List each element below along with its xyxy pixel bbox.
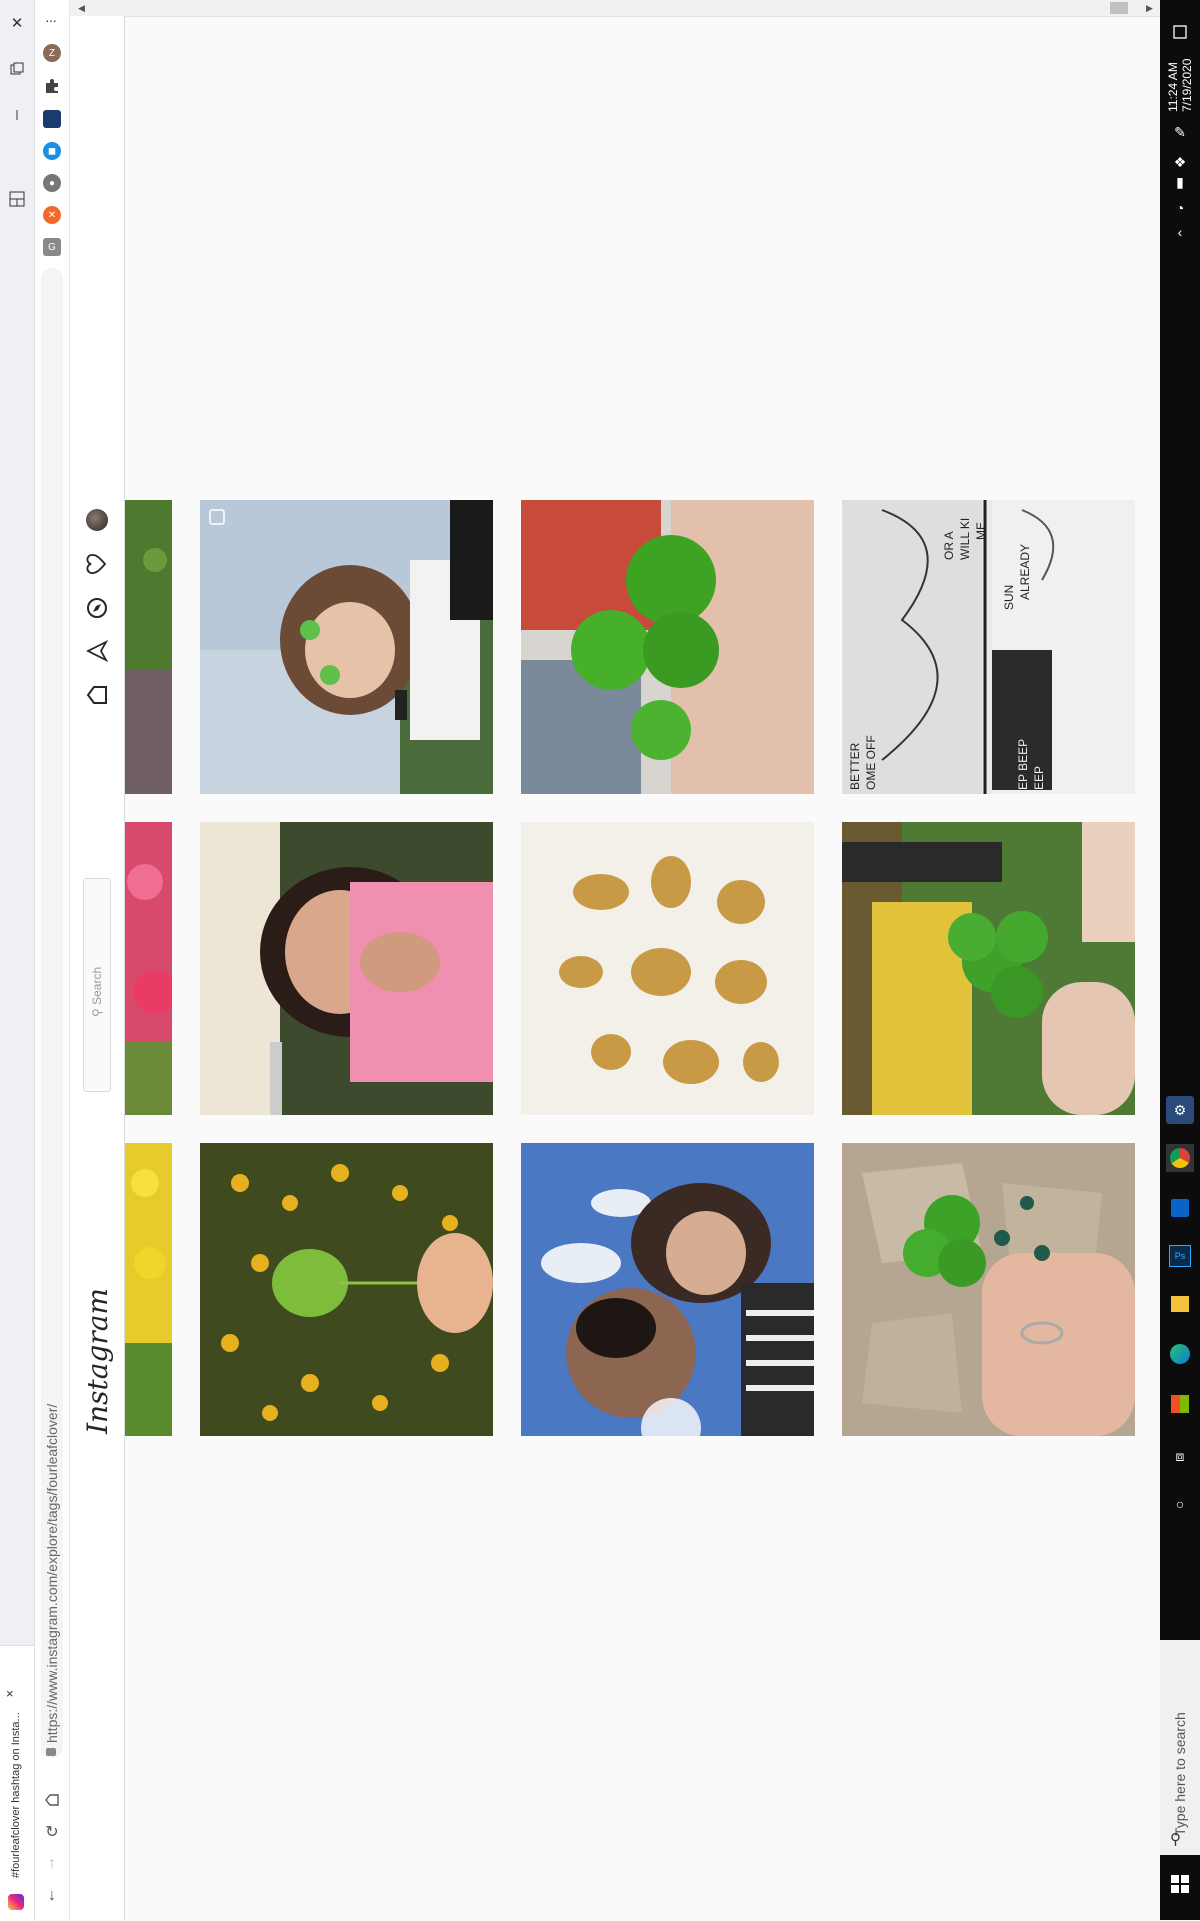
windows-start-icon[interactable] (1166, 1870, 1194, 1898)
tab-actions-icon[interactable] (4, 56, 30, 82)
minimize-icon[interactable] (4, 102, 30, 128)
scroll-left-arrow-icon[interactable]: ◀ (78, 3, 85, 14)
post-tile-fingers-clover[interactable] (842, 822, 1135, 1115)
search-icon: ⚲ (90, 1004, 104, 1017)
comic-text-9: EEP (1032, 765, 1046, 790)
comic-text-1: BETTER (848, 742, 862, 790)
file-explorer-app-icon[interactable] (1166, 1290, 1194, 1318)
home-icon[interactable] (84, 682, 110, 708)
taskbar-search-box[interactable]: Type here to search ⚲ (1160, 1640, 1200, 1855)
browser-toolbar: ··· Z ◼ ● ✕ G https://www.instagram.com/… (35, 0, 70, 1920)
extension-photo-icon[interactable] (43, 110, 61, 128)
post-tile-gold-charms[interactable] (521, 822, 814, 1115)
comic-text-3: OR A (942, 531, 956, 560)
post-tile-girl-pink-dress[interactable] (200, 822, 493, 1115)
explore-icon[interactable] (84, 595, 110, 621)
comic-text-5: ME (974, 522, 988, 540)
tab-close-button[interactable]: × (6, 1686, 14, 1701)
extension-orange-icon[interactable]: ✕ (43, 206, 61, 224)
instagram-nav: Instagram ⚲ Search (70, 16, 125, 1920)
comic-text-4: WILL KI (958, 517, 972, 560)
vertical-tabs-icon[interactable] (4, 186, 30, 212)
post-tile-partial-2[interactable] (125, 822, 172, 1115)
url-text: https://www.instagram.com/explore/tags/f… (44, 1403, 60, 1743)
profile-z-icon[interactable]: Z (43, 44, 61, 62)
task-view-icon[interactable]: ⧈ (1166, 1442, 1194, 1470)
store-app-icon[interactable] (1166, 1390, 1194, 1418)
extension-blue-icon[interactable]: ◼ (43, 142, 61, 160)
more-menu-icon[interactable]: ··· (45, 12, 57, 28)
photoshop-app-icon[interactable]: Ps (1166, 1242, 1194, 1270)
instagram-favicon-icon (8, 1894, 24, 1910)
post-tile-hand-with-clover[interactable] (521, 500, 814, 794)
post-tile-girl-heart-hands[interactable] (200, 500, 493, 794)
extensions-puzzle-icon[interactable] (43, 77, 61, 95)
outlook-app-icon[interactable] (1166, 1194, 1194, 1222)
activity-heart-icon[interactable] (84, 551, 110, 577)
instagram-logo[interactable]: Instagram (81, 1288, 114, 1434)
extension-grey-circle-icon[interactable]: ● (43, 174, 61, 192)
search-input[interactable]: ⚲ Search (83, 878, 111, 1092)
pen-icon[interactable]: ✎ (1166, 118, 1194, 146)
tab-title: #fourleafclover hashtag on Insta... (10, 1712, 22, 1878)
taskbar-search-placeholder: Type here to search (1172, 1712, 1188, 1836)
action-center-icon[interactable] (1166, 18, 1194, 46)
tab-strip: ✕ + × #fourleafclover hashtag on Insta..… (0, 0, 35, 1921)
comic-text-8: EP BEEP (1016, 738, 1030, 790)
clock-date[interactable]: 7/19/2020 (1180, 59, 1194, 112)
post-tile-partial-1[interactable] (125, 500, 172, 794)
battery-icon[interactable]: ▮ (1166, 168, 1194, 196)
comic-text-7: ALREADY (1018, 543, 1032, 600)
post-tile-gravel-clover[interactable] (842, 1143, 1135, 1436)
back-icon[interactable]: ↓ (40, 1884, 64, 1908)
profile-avatar[interactable] (84, 507, 110, 533)
windows-taskbar: 11:24 AM 7/19/2020 ✎ ❖ ▮ ◔ ‹ ⚙ Ps ⧈ ○ Ty… (1160, 0, 1200, 1920)
show-hidden-icons-chevron-icon[interactable]: ‹ (1166, 218, 1194, 246)
post-tile-sunflower-clover[interactable] (200, 1143, 493, 1436)
cortana-icon[interactable]: ○ (1166, 1490, 1194, 1518)
comic-text-6: SUN (1002, 584, 1016, 610)
extension-g-icon[interactable]: G (43, 238, 61, 256)
reload-icon[interactable]: ↻ (40, 1820, 64, 1844)
close-window-icon[interactable]: ✕ (4, 10, 30, 36)
comic-text-2: OME OFF (864, 735, 878, 790)
forward-icon[interactable]: ↑ (40, 1852, 64, 1876)
search-placeholder: Search (90, 966, 104, 1005)
scroll-thumb[interactable] (1110, 2, 1128, 14)
edge-app-icon[interactable] (1166, 1340, 1194, 1368)
post-tile-comic-drawing[interactable]: BETTER OME OFF OR A WILL KI ME SUN ALREA… (842, 500, 1135, 794)
page-scrollbar[interactable]: ◀ ▶ (70, 0, 1160, 17)
address-bar[interactable]: https://www.instagram.com/explore/tags/f… (41, 268, 63, 1758)
post-tile-partial-3[interactable] (125, 1143, 172, 1436)
taskbar-search-icon: ⚲ (1170, 1831, 1181, 1848)
active-tab[interactable]: × #fourleafclover hashtag on Insta... (0, 1645, 34, 1921)
scroll-right-arrow-icon[interactable]: ▶ (1146, 3, 1153, 14)
lock-icon (46, 1748, 56, 1756)
post-tile-couple-selfie[interactable] (521, 1143, 814, 1436)
direct-icon[interactable] (84, 638, 110, 664)
app-settings-icon[interactable]: ⚙ (1166, 1096, 1194, 1124)
chrome-app-icon[interactable] (1166, 1144, 1194, 1172)
clock-time[interactable]: 11:24 AM (1166, 62, 1180, 112)
home-button-icon[interactable] (40, 1788, 64, 1812)
